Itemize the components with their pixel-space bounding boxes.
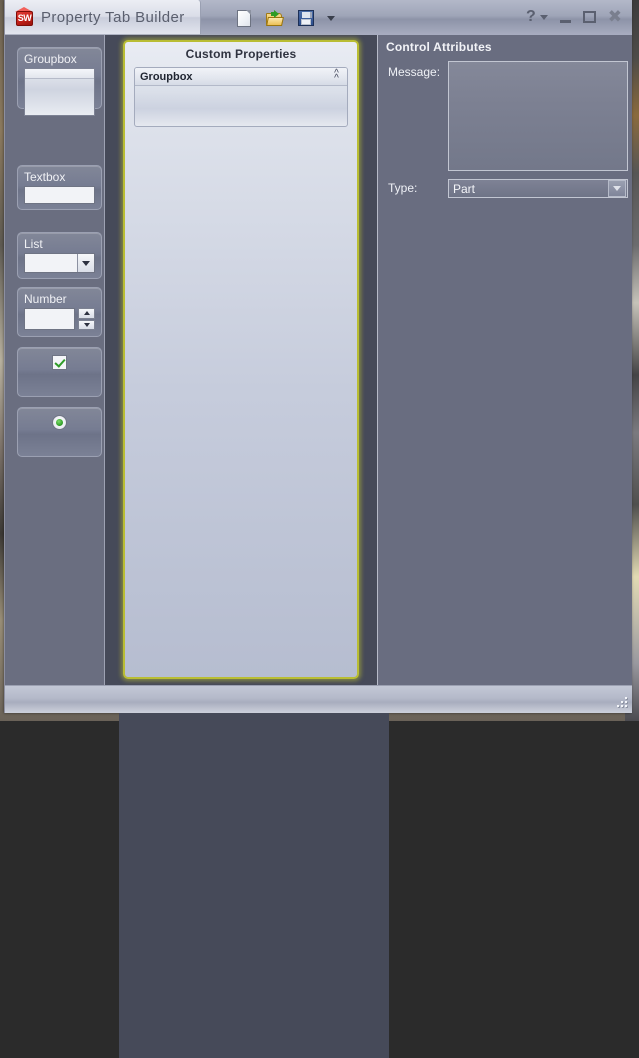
custom-property-item-body <box>135 86 347 127</box>
window-title-tab: SW Property Tab Builder <box>5 0 201 35</box>
tool-checkbox[interactable]: Checkbox <box>17 347 102 397</box>
chevron-down-icon <box>82 261 90 266</box>
new-button[interactable] <box>233 7 255 29</box>
number-preview <box>24 308 95 330</box>
double-chevron-up-icon[interactable]: ^^ <box>331 71 342 82</box>
groupbox-preview <box>24 68 95 116</box>
resize-grip[interactable] <box>615 697 628 710</box>
tool-textbox[interactable]: Textbox <box>17 165 102 210</box>
close-icon: ✖ <box>608 11 622 23</box>
custom-property-item-label: Groupbox <box>140 71 193 83</box>
type-select[interactable]: Part <box>448 179 628 198</box>
solidworks-logo-text: SW <box>16 11 33 26</box>
tool-number[interactable]: Number <box>17 287 102 337</box>
property-tab-builder-window: SW Property Tab Builder <box>4 0 631 713</box>
window-title: Property Tab Builder <box>41 9 185 26</box>
tool-radio[interactable]: Radio <box>17 407 102 457</box>
type-label: Type: <box>388 181 417 195</box>
title-bar: SW Property Tab Builder <box>5 0 632 35</box>
help-menu-button[interactable] <box>540 8 548 26</box>
solidworks-cube-icon: SW <box>14 7 35 28</box>
checkbox-preview-icon <box>52 355 67 370</box>
minimize-icon <box>560 20 571 23</box>
maximize-button[interactable] <box>583 8 596 26</box>
toolbar <box>233 6 336 30</box>
toolbox-panel: Groupbox Textbox List Number <box>5 35 105 685</box>
help-button[interactable]: ? <box>526 8 536 26</box>
minimize-button[interactable] <box>560 8 571 26</box>
tool-textbox-label: Textbox <box>24 170 95 184</box>
type-select-value: Part <box>449 182 608 196</box>
tool-groupbox-label: Groupbox <box>24 52 95 66</box>
close-button[interactable]: ✖ <box>608 8 622 26</box>
tool-list[interactable]: List <box>17 232 102 279</box>
custom-properties-title: Custom Properties <box>125 42 357 61</box>
client-area: Groupbox Textbox List Number <box>5 35 632 685</box>
custom-properties-panel[interactable]: Custom Properties Groupbox ^^ <box>123 40 359 679</box>
type-select-dropdown-button[interactable] <box>608 180 626 197</box>
message-label: Message: <box>388 65 440 79</box>
save-button[interactable] <box>295 7 317 29</box>
message-input[interactable] <box>448 61 628 171</box>
open-folder-icon <box>266 11 284 26</box>
tool-list-label: List <box>24 237 95 251</box>
open-button[interactable] <box>264 7 286 29</box>
spinner-down-icon <box>84 323 90 327</box>
radio-preview-icon <box>52 415 67 430</box>
custom-property-item-header[interactable]: Groupbox ^^ <box>135 68 347 86</box>
control-attributes-title: Control Attributes <box>386 40 492 54</box>
window-controls: ? ✖ <box>526 8 622 26</box>
chevron-down-icon <box>327 16 335 21</box>
save-dropdown-button[interactable] <box>326 7 336 29</box>
save-floppy-icon <box>298 10 314 26</box>
list-preview <box>24 253 95 273</box>
control-attributes-panel: Control Attributes Message: Type: Part <box>377 35 632 685</box>
status-bar <box>5 685 632 713</box>
spinner-up-icon <box>84 311 90 315</box>
custom-property-item[interactable]: Groupbox ^^ <box>134 67 348 127</box>
custom-properties-region: Custom Properties Groupbox ^^ <box>106 35 376 685</box>
chevron-down-icon <box>540 15 548 20</box>
tool-number-label: Number <box>24 292 95 306</box>
textbox-preview <box>24 186 95 204</box>
new-document-icon <box>237 10 251 27</box>
tool-groupbox[interactable]: Groupbox <box>17 47 102 109</box>
chevron-down-icon <box>613 186 621 191</box>
maximize-icon <box>583 11 596 23</box>
